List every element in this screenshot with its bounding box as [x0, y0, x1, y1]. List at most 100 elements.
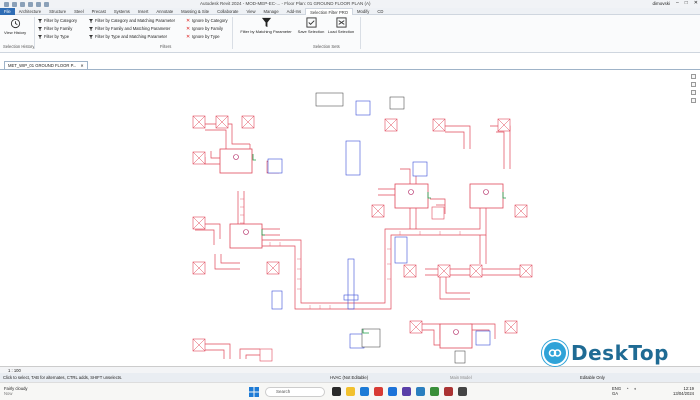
floor-plan-canvas[interactable]	[0, 69, 700, 366]
task-view-icon[interactable]	[332, 387, 341, 396]
outlook-icon[interactable]	[388, 387, 397, 396]
chrome-icon[interactable]	[374, 387, 383, 396]
selection-sets-group-label: Selection Sets	[313, 44, 340, 49]
tab-massing-site[interactable]: Massing & Site	[177, 8, 213, 15]
zoom-icon[interactable]	[691, 74, 696, 79]
undo-icon[interactable]	[20, 1, 25, 7]
status-bar: Click to select, TAB for alternates, CTR…	[0, 373, 700, 382]
view-navigation-bar	[691, 74, 696, 103]
duct-hatching	[240, 198, 461, 309]
watermark-text: DeskTop	[571, 341, 669, 365]
document-tab-label: MET_WIP_01 GROUND FLOOR P...	[8, 63, 77, 68]
load-selection-label: Load Selection	[327, 29, 355, 34]
filter-by-category-matching-button[interactable]: Filter by Category and Matching Paramete…	[89, 18, 175, 23]
tab-precast[interactable]: Precast	[88, 8, 110, 15]
filters-group-label: Filters	[160, 44, 172, 49]
tab-modify[interactable]: Modify	[353, 8, 373, 15]
ribbon-tabs: File Architecture Structure Steel Precas…	[0, 7, 700, 15]
tab-collaborate[interactable]: Collaborate	[213, 8, 242, 15]
measure-icon[interactable]	[44, 1, 49, 7]
window-title: Autodesk Revit 2024 - MOD-MEP-EC-... - F…	[200, 1, 371, 6]
blue-fixtures	[271, 140, 408, 310]
view-control-bar: 1 : 100	[0, 366, 700, 373]
user-name[interactable]: dimovski	[652, 1, 670, 6]
history-icon	[10, 18, 20, 29]
edge-icon[interactable]	[360, 387, 369, 396]
filter-by-family-matching-button[interactable]: Filter by Family and Matching Parameter	[89, 26, 170, 31]
ignore-by-family-label: Ignore by Family	[192, 26, 223, 31]
view-history-button[interactable]: View History	[4, 18, 26, 35]
print-icon[interactable]	[36, 1, 41, 7]
volume-icon[interactable]: ◖	[634, 386, 637, 396]
filter-by-type-button[interactable]: Filter by Type	[38, 34, 69, 39]
redo-icon[interactable]	[28, 1, 33, 7]
filter-by-family-label: Filter by Family	[44, 26, 73, 31]
save-icon[interactable]	[12, 1, 17, 7]
tab-annotate[interactable]: Annotate	[152, 8, 177, 15]
teams-icon[interactable]	[402, 387, 411, 396]
taskbar-search[interactable]: Search	[265, 387, 325, 397]
ignore-by-type-button[interactable]: ✕ Ignore by Type	[186, 34, 220, 39]
tab-structure[interactable]: Structure	[45, 8, 70, 15]
wifi-icon[interactable]: ◔	[626, 386, 629, 396]
filter-by-category-matching-label: Filter by Category and Matching Paramete…	[95, 18, 176, 23]
status-hint: Click to select, TAB for alternates, CTR…	[3, 375, 123, 380]
tab-manage[interactable]: Manage	[260, 8, 283, 15]
load-selection-button[interactable]: Load Selection	[326, 17, 356, 34]
maximize-icon[interactable]: □	[685, 0, 688, 6]
open-icon[interactable]	[4, 1, 9, 7]
tab-insert[interactable]: Insert	[134, 8, 152, 15]
tab-add-ins[interactable]: Add-Ins	[283, 8, 305, 15]
tab-cd[interactable]: CD	[373, 8, 387, 15]
x-icon: ✕	[186, 17, 191, 24]
acrobat-icon[interactable]	[444, 387, 453, 396]
tab-systems[interactable]: Systems	[110, 8, 134, 15]
ribbon-panel: View History Selection History Filter by…	[0, 15, 700, 53]
view-scale[interactable]: 1 : 100	[8, 368, 21, 373]
document-tab[interactable]: MET_WIP_01 GROUND FLOOR P... ✕	[4, 61, 88, 69]
filter-by-type-matching-button[interactable]: Filter by Type and Matching Parameter	[89, 34, 167, 39]
ignore-by-category-button[interactable]: ✕ Ignore by Category	[186, 18, 228, 23]
windows-start-icon[interactable]	[249, 387, 259, 397]
group-divider	[360, 17, 361, 49]
minimize-icon[interactable]: –	[676, 0, 679, 6]
zoom-region-icon[interactable]	[691, 98, 696, 103]
close-tab-icon[interactable]: ✕	[80, 63, 84, 68]
pan-icon[interactable]	[691, 82, 696, 87]
filter-by-matching-parameter-button[interactable]: Filter by Matching Parameter	[236, 17, 296, 34]
filter-by-family-button[interactable]: Filter by Family	[38, 26, 72, 31]
editable-only-toggle[interactable]: Editable Only	[580, 375, 605, 380]
weather-widget[interactable]: Fairly cloudy Now	[4, 386, 28, 396]
ignore-by-family-button[interactable]: ✕ Ignore by Family	[186, 26, 223, 31]
workset-selector[interactable]: HVAC (Not Editable)	[330, 375, 368, 380]
revit-icon[interactable]	[416, 387, 425, 396]
filter-by-type-matching-label: Filter by Type and Matching Parameter	[95, 34, 168, 39]
tab-selection-filter-pro[interactable]: Selection Filter PRO	[305, 7, 354, 15]
blue-grilles	[267, 100, 491, 349]
tags	[315, 92, 466, 364]
save-selection-button[interactable]: Save Selection	[296, 17, 326, 34]
excel-icon[interactable]	[430, 387, 439, 396]
design-option-selector[interactable]: Main Model	[450, 375, 472, 380]
file-explorer-icon[interactable]	[346, 387, 355, 396]
funnel-icon	[38, 34, 42, 39]
funnel-icon	[38, 26, 42, 31]
save-selection-label: Save Selection	[297, 29, 325, 34]
tab-architecture[interactable]: Architecture	[15, 8, 45, 15]
load-selection-icon	[335, 17, 347, 28]
close-icon[interactable]: ✕	[694, 0, 698, 6]
selection-history-group-label: Selection History	[3, 44, 35, 49]
filter-by-category-button[interactable]: Filter by Category	[38, 18, 77, 23]
filter-by-type-label: Filter by Type	[44, 34, 70, 39]
app-icon[interactable]	[458, 387, 467, 396]
clock[interactable]: 12:19 13/04/2024	[673, 386, 694, 396]
watermark-logo-icon	[542, 340, 568, 366]
funnel-icon	[89, 18, 93, 23]
funnel-icon	[261, 17, 271, 28]
tab-file[interactable]: File	[0, 7, 15, 15]
clock-date: 13/04/2024	[673, 391, 694, 396]
region-indicator: GA	[612, 391, 619, 396]
tab-view[interactable]: View	[243, 8, 260, 15]
steering-wheel-icon[interactable]	[691, 90, 696, 95]
tab-steel[interactable]: Steel	[70, 8, 88, 15]
